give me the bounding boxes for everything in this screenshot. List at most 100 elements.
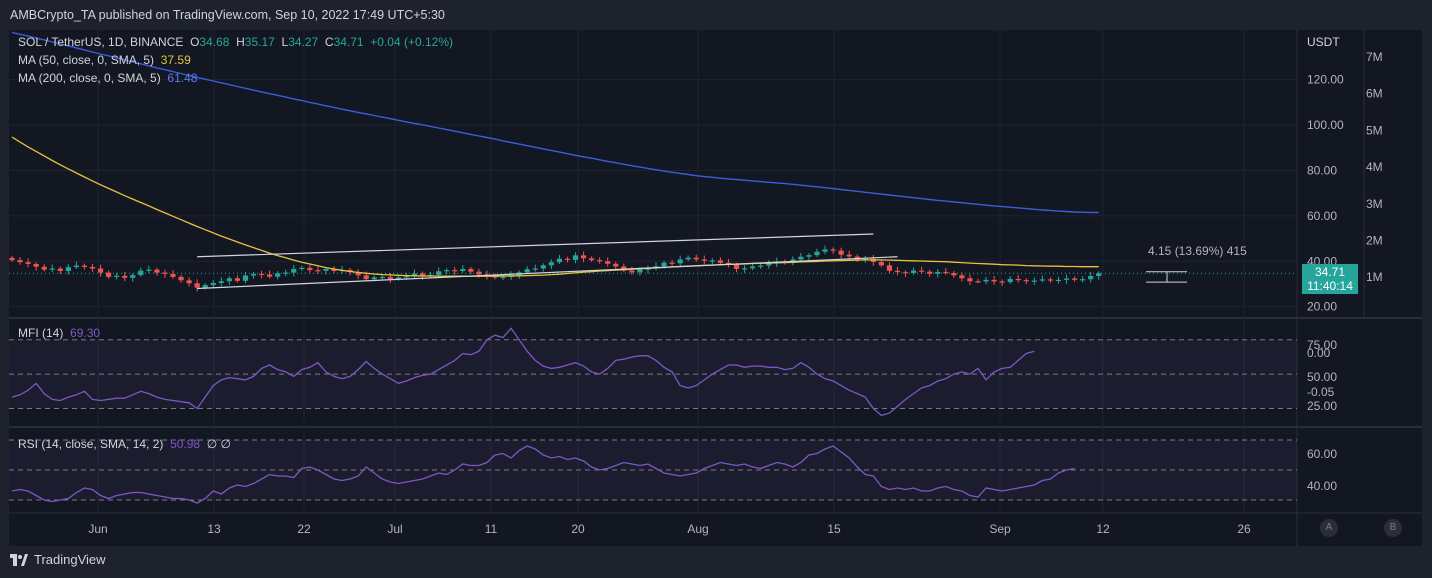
ma50-legend[interactable]: MA (50, close, 0, SMA, 5) 37.59 — [18, 53, 191, 67]
ma50-value: 37.59 — [160, 53, 191, 67]
candle-body — [830, 249, 836, 251]
y-tick-label: 100.00 — [1307, 118, 1344, 132]
ma200-value: 61.48 — [167, 71, 198, 85]
candle-body — [1031, 280, 1037, 282]
rsi-value: 50.98 — [170, 437, 201, 451]
candle-body — [741, 268, 748, 270]
candle-body — [846, 254, 852, 257]
mfi-value: 69.30 — [70, 326, 101, 340]
candle-body — [733, 264, 740, 269]
auto-scale-button[interactable]: A — [1320, 519, 1338, 537]
candle-body — [17, 260, 23, 263]
candle-body — [919, 270, 925, 272]
last-price-label: 34.71 11:40:14 — [1302, 264, 1358, 294]
candle-body — [1072, 278, 1078, 280]
candle-body — [927, 271, 933, 274]
high-label: H — [236, 35, 245, 49]
candle-body — [122, 275, 128, 278]
symbol-legend: SOL / TetherUS, 1D, BINANCE O34.68 H35.1… — [18, 35, 453, 49]
candle-body — [935, 271, 941, 274]
candle-body — [677, 259, 683, 264]
change-value: +0.04 (+0.12%) — [370, 35, 453, 49]
candle-body — [258, 273, 265, 275]
x-tick-label: 22 — [297, 522, 311, 536]
candle-body — [250, 273, 257, 276]
tradingview-brand[interactable]: TradingView — [10, 552, 106, 567]
candle-body — [597, 260, 603, 262]
candle-body — [967, 278, 973, 282]
candle-body — [886, 265, 893, 271]
x-tick-label: 13 — [207, 522, 221, 536]
candle-body — [130, 275, 136, 278]
candle-body — [500, 276, 506, 279]
open-value: 34.68 — [199, 35, 230, 49]
x-tick-label: Sep — [989, 522, 1011, 536]
volume-tick-label: 7M — [1366, 50, 1383, 64]
candle-body — [524, 269, 530, 273]
x-tick-label: Jul — [387, 522, 402, 536]
candle-body — [460, 268, 466, 272]
low-value: 34.27 — [288, 35, 319, 49]
candle-body — [387, 276, 393, 279]
candle-body — [242, 275, 249, 281]
candle-body — [154, 269, 160, 273]
candle-body — [291, 268, 297, 273]
candle-body — [162, 272, 168, 274]
candle-body — [65, 267, 71, 272]
candle-body — [81, 265, 88, 267]
candle-body — [73, 265, 79, 268]
candle-body — [629, 270, 635, 273]
x-tick-label: 11 — [485, 522, 498, 536]
rsi-legend[interactable]: RSI (14, close, SMA, 14, 2) 50.98 ∅ ∅ — [18, 437, 231, 451]
close-value: 34.71 — [333, 35, 364, 49]
candle-body — [1023, 280, 1029, 282]
candle-body — [33, 263, 39, 267]
volume-tick-label: 6M — [1366, 87, 1383, 101]
ma200-label: MA (200, close, 0, SMA, 5) — [18, 71, 161, 85]
candle-body — [1047, 279, 1054, 281]
x-tick-label: Jun — [88, 522, 107, 536]
candle-body — [363, 275, 369, 280]
last-price-value: 34.71 — [1314, 265, 1346, 279]
candle-body — [878, 261, 884, 266]
candle-body — [556, 258, 562, 263]
candle-body — [750, 266, 756, 269]
candle-body — [210, 283, 216, 286]
log-scale-button[interactable]: B — [1384, 519, 1402, 537]
y-tick-label: 80.00 — [1307, 163, 1337, 177]
candle-body — [299, 267, 305, 270]
mfi-tick-label: 0.00 — [1307, 346, 1331, 360]
publish-header: AMBCrypto_TA published on TradingView.co… — [0, 0, 1432, 30]
candle-body — [1080, 279, 1086, 281]
channel-upper-line — [197, 233, 874, 258]
close-label: C — [324, 35, 334, 49]
x-tick-label: 20 — [571, 522, 585, 536]
mfi-tick-label: 50.00 — [1307, 370, 1337, 384]
mfi-label: MFI (14) — [18, 326, 64, 340]
candle-body — [564, 258, 571, 260]
candle-body — [436, 271, 442, 275]
chart-frame: Jun 13 22 Jul 11 20 Aug 15 Sep 12 26 120.00 100.00 80… — [9, 30, 1422, 546]
candle-body — [661, 262, 667, 267]
candle-body — [1015, 278, 1021, 281]
symbol-title[interactable]: SOL / TetherUS, 1D, BINANCE — [18, 35, 183, 49]
candle-body — [758, 265, 764, 267]
mfi-legend[interactable]: MFI (14) 69.30 — [18, 326, 100, 340]
candle-body — [999, 281, 1005, 283]
candle-body — [894, 270, 901, 273]
candle-body — [170, 273, 176, 277]
candle-body — [275, 273, 281, 277]
candle-body — [548, 262, 554, 266]
ma200-legend[interactable]: MA (200, close, 0, SMA, 5) 61.48 — [18, 71, 197, 85]
candle-body — [267, 274, 273, 277]
candle-body — [234, 278, 240, 281]
candle-body — [814, 251, 820, 256]
candle-body — [97, 268, 104, 273]
mfi-tick-label: 25.00 — [1307, 399, 1337, 413]
candle-body — [806, 255, 812, 257]
chart-canvas[interactable]: Jun 13 22 Jul 11 20 Aug 15 Sep 12 26 120.00 100.00 80… — [9, 30, 1422, 546]
candle-body — [951, 273, 957, 276]
publish-info: AMBCrypto_TA published on TradingView.co… — [10, 8, 445, 22]
candle-body — [1039, 279, 1045, 281]
candle-body — [613, 263, 619, 267]
